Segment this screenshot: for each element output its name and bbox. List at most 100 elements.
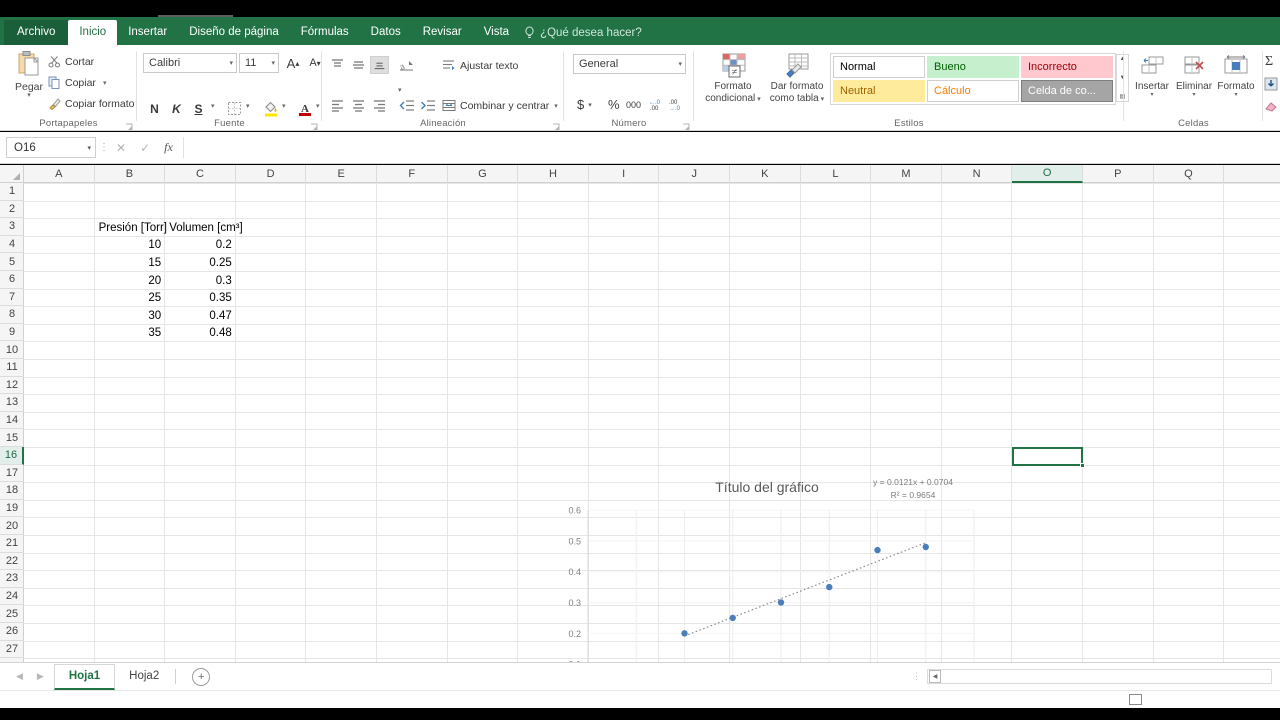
style-neutral[interactable]: Neutral — [833, 80, 925, 102]
insert-cells-caret-icon[interactable]: ▾ — [1130, 92, 1174, 98]
style-calculo[interactable]: Cálculo — [927, 80, 1019, 102]
delete-cells-caret-icon[interactable]: ▾ — [1172, 92, 1216, 98]
cell-C6[interactable]: 0.3 — [165, 272, 236, 289]
row-header-11[interactable]: 11 — [0, 359, 24, 377]
row-header-15[interactable]: 15 — [0, 429, 24, 447]
align-center-button[interactable] — [349, 97, 368, 115]
column-header-d[interactable]: D — [236, 165, 307, 183]
align-middle-button[interactable] — [349, 56, 368, 74]
row-header-16[interactable]: 16 — [0, 447, 24, 465]
cell-B4[interactable]: 10 — [95, 237, 166, 254]
align-left-button[interactable] — [328, 97, 347, 115]
align-right-button[interactable] — [370, 97, 389, 115]
fill-color-button[interactable] — [261, 99, 280, 118]
column-header-i[interactable]: I — [589, 165, 660, 183]
percent-format-button[interactable]: % — [608, 97, 620, 112]
cell-C5[interactable]: 0.25 — [165, 254, 236, 271]
row-header-13[interactable]: 13 — [0, 394, 24, 412]
row-header-7[interactable]: 7 — [0, 289, 24, 307]
tab-vista[interactable]: Vista — [473, 20, 520, 45]
cell-C7[interactable]: 0.35 — [165, 290, 236, 307]
sheet-nav-arrows[interactable]: ◀ ▶ — [0, 671, 54, 682]
column-header-b[interactable]: B — [95, 165, 166, 183]
fuente-dialog-launcher[interactable] — [310, 119, 319, 128]
row-header-12[interactable]: 12 — [0, 377, 24, 395]
column-header-j[interactable]: J — [659, 165, 730, 183]
formula-input[interactable] — [183, 137, 1280, 158]
cell-C9[interactable]: 0.48 — [165, 325, 236, 342]
merge-center-button[interactable]: Combinar y centrar ▾ — [442, 99, 558, 112]
insert-function-icon[interactable]: fx — [164, 140, 173, 155]
decrease-indent-button[interactable] — [398, 97, 417, 115]
paste-dropdown-caret-icon[interactable]: ▾ — [8, 93, 50, 98]
tab-inicio[interactable]: Inicio — [68, 20, 117, 45]
cancel-icon[interactable]: ✕ — [116, 141, 126, 155]
scroll-split-grip[interactable]: ⋮ — [912, 671, 927, 682]
underline-button[interactable]: S — [189, 99, 208, 118]
format-as-table-button[interactable]: Dar formato como tabla ▾ — [766, 51, 828, 105]
sheet-tab-hoja2[interactable]: Hoja2 — [115, 664, 173, 690]
row-header-18[interactable]: 18 — [0, 482, 24, 500]
merge-center-dropdown-caret-icon[interactable]: ▾ — [554, 102, 558, 110]
italic-button[interactable]: K — [167, 99, 186, 118]
row-header-1[interactable]: 1 — [0, 183, 24, 201]
tab-archivo[interactable]: Archivo — [4, 20, 68, 45]
font-color-button[interactable]: A — [295, 99, 314, 118]
format-cells-caret-icon[interactable]: ▾ — [1214, 92, 1258, 98]
style-incorrecto[interactable]: Incorrecto — [1021, 56, 1113, 78]
add-sheet-button[interactable]: + — [192, 668, 210, 686]
chart-data-point[interactable] — [923, 544, 929, 550]
tab-datos[interactable]: Datos — [360, 20, 412, 45]
row-header-6[interactable]: 6 — [0, 271, 24, 289]
column-header-l[interactable]: L — [801, 165, 872, 183]
row-header-19[interactable]: 19 — [0, 500, 24, 518]
borders-dropdown-caret-icon[interactable]: ▾ — [244, 102, 250, 110]
fill-handle[interactable] — [1080, 463, 1085, 468]
row-header-17[interactable]: 17 — [0, 465, 24, 483]
tell-me-search[interactable]: ¿Qué desea hacer? — [520, 21, 650, 45]
chart-data-point[interactable] — [778, 599, 784, 605]
tab-diseno-de-pagina[interactable]: Diseño de página — [178, 20, 290, 45]
cell-C3[interactable]: Volumen [cm³] — [165, 219, 236, 236]
format-painter-button[interactable]: Copiar formato — [48, 97, 134, 110]
decrease-decimal-button[interactable]: .00→.0 — [668, 97, 684, 112]
copy-dropdown-caret-icon[interactable]: ▾ — [103, 79, 107, 87]
copy-button[interactable]: Copiar ▾ — [48, 76, 106, 89]
tab-revisar[interactable]: Revisar — [412, 20, 473, 45]
chart-data-point[interactable] — [826, 584, 832, 590]
borders-button[interactable] — [225, 99, 244, 118]
row-header-3[interactable]: 3 — [0, 218, 24, 236]
tab-formulas[interactable]: Fórmulas — [290, 20, 360, 45]
sheet-tab-hoja1[interactable]: Hoja1 — [54, 664, 115, 690]
column-header-q[interactable]: Q — [1154, 165, 1225, 183]
cut-button[interactable]: Cortar — [48, 55, 94, 68]
normal-view-icon[interactable] — [1129, 694, 1142, 705]
selected-cell-o16[interactable] — [1012, 447, 1083, 466]
row-header-10[interactable]: 10 — [0, 341, 24, 359]
column-header-h[interactable]: H — [518, 165, 589, 183]
increase-font-size-button[interactable]: A▴ — [283, 53, 303, 73]
row-header-20[interactable]: 20 — [0, 517, 24, 535]
row-header-4[interactable]: 4 — [0, 236, 24, 254]
increase-indent-button[interactable] — [419, 97, 438, 115]
numero-dialog-launcher[interactable] — [682, 119, 691, 128]
alineacion-dialog-launcher[interactable] — [552, 119, 561, 128]
cell-C8[interactable]: 0.47 — [165, 307, 236, 324]
number-format-select[interactable]: General ▾ — [573, 54, 686, 74]
tab-insertar[interactable]: Insertar — [117, 20, 178, 45]
cell-B3[interactable]: Presión [Torr] — [95, 219, 166, 236]
portapapeles-dialog-launcher[interactable] — [125, 119, 134, 128]
name-box[interactable]: O16 ▾ — [6, 137, 96, 158]
paste-button[interactable]: Pegar ▾ — [8, 50, 50, 98]
column-header-g[interactable]: G — [448, 165, 519, 183]
chart-data-point[interactable] — [730, 615, 736, 621]
thousands-separator-button[interactable]: 000 — [626, 100, 641, 110]
align-bottom-button[interactable] — [370, 56, 389, 74]
select-all-corner[interactable] — [0, 165, 24, 183]
font-color-dropdown-caret-icon[interactable]: ▾ — [314, 102, 320, 110]
align-top-button[interactable] — [328, 56, 347, 74]
fill-button[interactable] — [1264, 77, 1278, 96]
style-bueno[interactable]: Bueno — [927, 56, 1019, 78]
clear-button[interactable] — [1264, 99, 1278, 118]
fill-color-dropdown-caret-icon[interactable]: ▾ — [280, 102, 286, 110]
